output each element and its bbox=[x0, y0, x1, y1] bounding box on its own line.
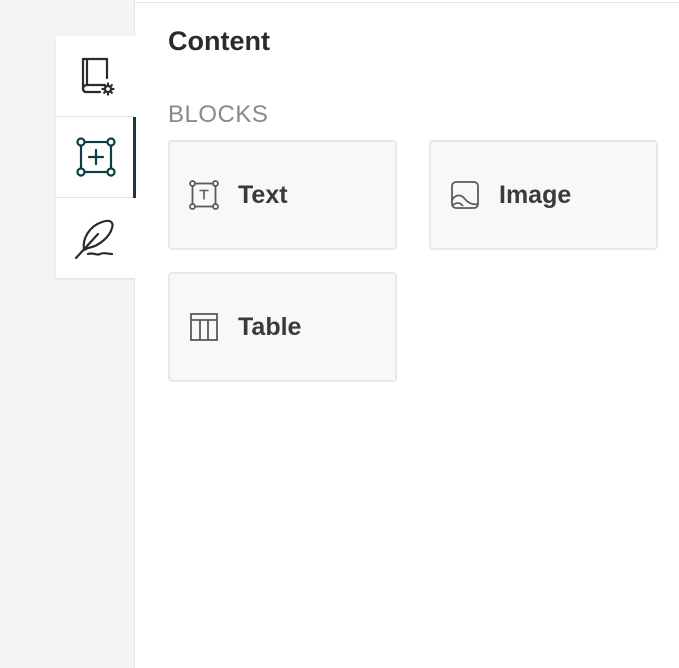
text-box-icon bbox=[188, 179, 220, 211]
image-icon bbox=[449, 179, 481, 211]
top-divider bbox=[135, 2, 679, 3]
tab-settings[interactable] bbox=[56, 36, 135, 117]
block-text[interactable]: Text bbox=[168, 140, 397, 250]
table-icon bbox=[188, 311, 220, 343]
add-block-icon bbox=[74, 135, 118, 179]
block-image-label: Image bbox=[499, 180, 572, 209]
feather-pen-icon bbox=[72, 214, 120, 262]
block-table[interactable]: Table bbox=[168, 272, 397, 382]
block-table-label: Table bbox=[238, 312, 302, 341]
tab-design[interactable] bbox=[56, 198, 135, 279]
block-image[interactable]: Image bbox=[429, 140, 658, 250]
page-title: Content bbox=[168, 26, 270, 56]
tab-blocks[interactable] bbox=[56, 117, 136, 198]
sidebar-tabs bbox=[56, 36, 136, 279]
book-settings-icon bbox=[74, 54, 118, 98]
block-text-label: Text bbox=[238, 180, 288, 209]
editor-panel: Content BLOCKS Text Image Table bbox=[0, 0, 679, 668]
blocks-section-label: BLOCKS bbox=[168, 101, 269, 128]
